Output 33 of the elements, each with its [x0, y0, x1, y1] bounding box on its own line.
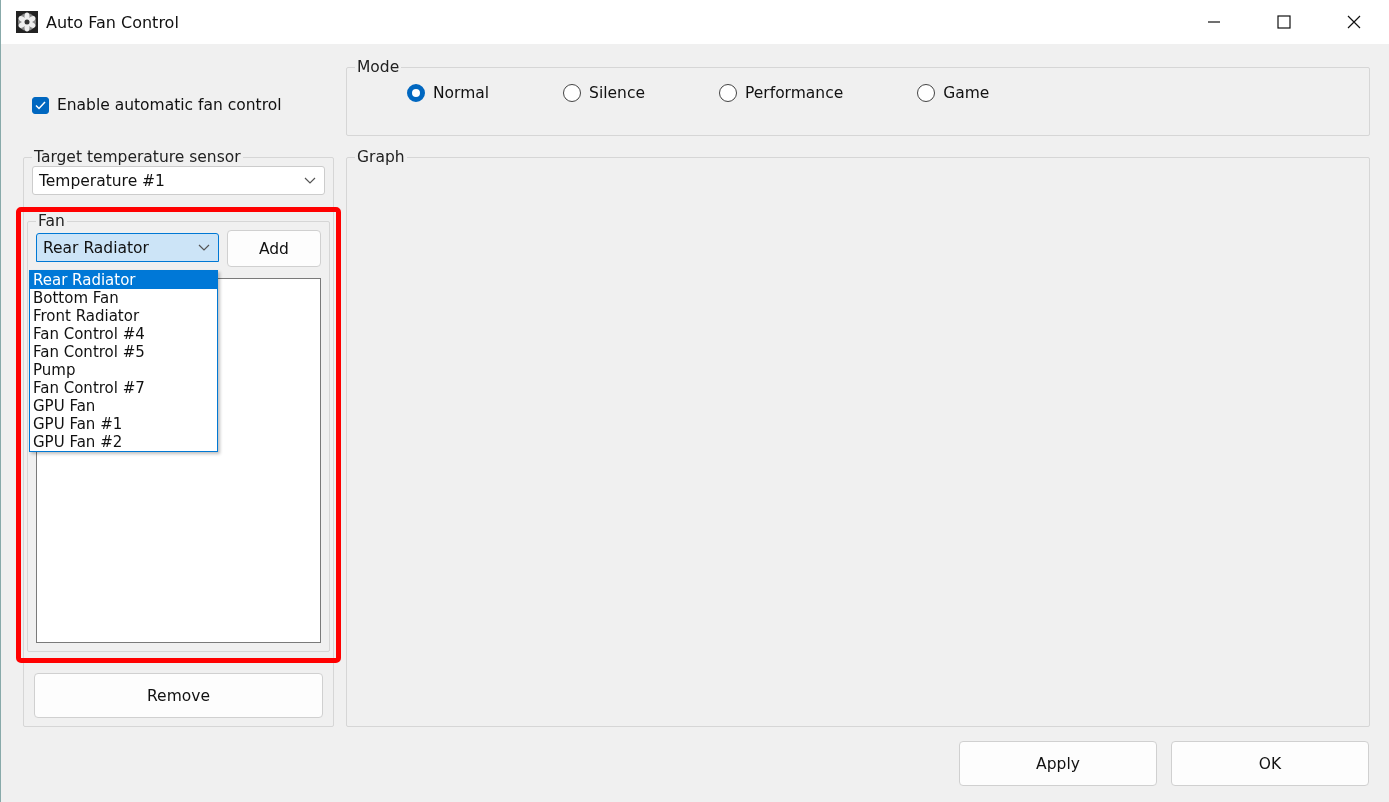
- dropdown-option[interactable]: Bottom Fan: [30, 289, 217, 307]
- checkbox[interactable]: [32, 96, 49, 114]
- checkmark-icon: [35, 100, 46, 110]
- mode-radio[interactable]: Game: [917, 84, 990, 102]
- group-label: Fan: [37, 212, 66, 230]
- chevron-down-icon: [197, 244, 210, 251]
- dropdown-option[interactable]: Rear Radiator: [30, 271, 217, 289]
- remove-button[interactable]: Remove: [34, 673, 323, 718]
- dialog-button[interactable]: OK: [1171, 741, 1369, 786]
- sensor-dropdown[interactable]: Temperature #1: [32, 166, 325, 195]
- dropdown-option[interactable]: Pump: [30, 361, 217, 379]
- fan-icon: [16, 11, 38, 33]
- group-label: Graph: [356, 148, 406, 166]
- dropdown-option[interactable]: GPU Fan: [30, 397, 217, 415]
- add-button[interactable]: Add: [226, 230, 321, 267]
- chevron-down-icon: [304, 177, 316, 184]
- mode-radio[interactable]: Performance: [718, 84, 844, 102]
- mode-radio[interactable]: Normal: [407, 84, 490, 102]
- close-icon[interactable]: [1347, 15, 1361, 29]
- dropdown-option[interactable]: GPU Fan #1: [30, 415, 217, 433]
- maximize-icon[interactable]: [1277, 15, 1291, 29]
- group-label: Mode: [356, 58, 401, 76]
- dropdown-option[interactable]: GPU Fan #2: [30, 433, 217, 451]
- dropdown-option[interactable]: Fan Control #5: [30, 343, 217, 361]
- window-title: Auto Fan Control: [46, 12, 180, 32]
- checkbox-label: Enable automatic fan control: [57, 96, 282, 114]
- dropdown-option[interactable]: Fan Control #7: [30, 379, 217, 397]
- fan-dropdown[interactable]: Rear Radiator: [36, 233, 219, 262]
- dropdown-option[interactable]: Fan Control #4: [30, 325, 217, 343]
- mode-radio[interactable]: Silence: [563, 84, 645, 102]
- dropdown-option[interactable]: Front Radiator: [30, 307, 217, 325]
- dialog-button[interactable]: Apply: [959, 741, 1157, 786]
- group-label: Target temperature sensor: [33, 148, 242, 166]
